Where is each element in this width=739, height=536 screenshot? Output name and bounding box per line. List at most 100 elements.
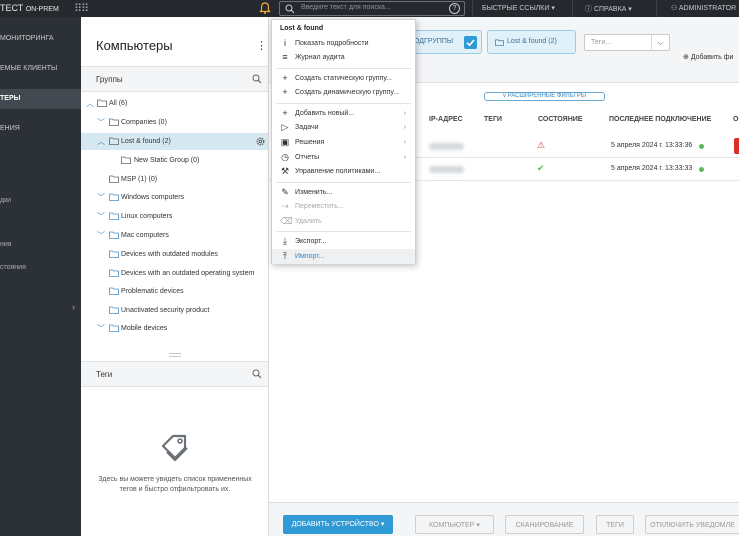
tree-item-unactivated-product[interactable]: Unactivated security product	[81, 302, 268, 319]
column-tags[interactable]: ТЕГИ	[484, 116, 502, 123]
tree-item-mobile-devices[interactable]: ﹀ Mobile devices	[81, 320, 268, 337]
gear-icon[interactable]	[255, 136, 266, 147]
tree-item-windows-computers[interactable]: ﹀ Windows computers	[81, 189, 268, 206]
table-row[interactable]: ⚠ 5 апреля 2024 г. 13:33:36	[414, 135, 739, 158]
submenu-arrow-icon: ›	[403, 139, 406, 146]
menu-item-audit-log[interactable]: ≡ Журнал аудита	[272, 50, 415, 65]
menu-item-export[interactable]: ⤓ Экспорт...	[272, 234, 415, 249]
folder-icon	[121, 156, 131, 164]
show-subgroups-toggle[interactable]: ОДГРУППЫ	[409, 30, 482, 54]
help-menu[interactable]: ⓘ СПРАВКА ▾	[585, 4, 632, 14]
nav-item-notifications[interactable]: ЕНИЯ	[0, 119, 81, 139]
bottom-toolbar: ДОБАВИТЬ УСТРОЙСТВО ▾ КОМПЬЮТЕР ▾ СКАНИР…	[269, 502, 739, 536]
search-help-icon[interactable]: ?	[449, 3, 460, 14]
quick-links-menu[interactable]: БЫСТРЫЕ ССЫЛКИ ▾	[482, 4, 555, 12]
chevron-down-icon[interactable]: ⌵	[651, 35, 669, 50]
menu-item-manage-policies[interactable]: ⚒ Управление политиками...	[272, 164, 415, 179]
menu-divider	[276, 231, 411, 232]
menu-item-reports[interactable]: ◷ Отчеты ›	[272, 150, 415, 165]
menu-item-create-dynamic-group[interactable]: + Создать динамическую группу...	[272, 85, 415, 100]
menu-item-add-new[interactable]: + Добавить новый... ›	[272, 106, 415, 121]
last-connection-value: 5 апреля 2024 г. 13:33:36	[611, 142, 693, 149]
search-icon[interactable]	[252, 369, 262, 379]
group-filter-chip[interactable]: Lost & found (2)	[487, 30, 576, 54]
top-bar: ТЕСТ ON-PREM ⠿⠿ Введите текст для поиска…	[0, 0, 739, 17]
scan-button[interactable]: СКАНИРОВАНИЕ	[505, 515, 584, 534]
nav-item-policies[interactable]: дки	[0, 197, 11, 204]
folder-icon	[109, 231, 119, 239]
search-icon[interactable]	[252, 74, 262, 84]
menu-item-edit[interactable]: ✎ Изменить...	[272, 185, 415, 200]
nav-item-status-overview[interactable]: стояния	[0, 264, 26, 271]
checkbox-checked-icon[interactable]	[464, 36, 477, 49]
panel-resize-handle[interactable]	[169, 353, 181, 357]
menu-item-delete[interactable]: ⌫ Удалить	[272, 214, 415, 229]
column-last-connection[interactable]: ПОСЛЕДНЕЕ ПОДКЛЮЧЕНИЕ	[609, 116, 711, 123]
global-search-input[interactable]: Введите текст для поиска... ?	[279, 1, 465, 16]
disable-notifications-button[interactable]: ОТКЛЮЧИТЬ УВЕДОМЛЕ	[645, 515, 739, 534]
table-row[interactable]: ✔ 5 апреля 2024 г. 13:33:33	[414, 158, 739, 181]
column-extra[interactable]: О	[733, 116, 738, 123]
computer-actions-button[interactable]: КОМПЬЮТЕР ▾	[415, 515, 494, 534]
notification-bell-icon[interactable]	[258, 1, 272, 15]
menu-item-show-details[interactable]: i Показать подробности	[272, 36, 415, 51]
submenu-arrow-icon: ›	[403, 124, 406, 131]
tags-button[interactable]: ТЕГИ	[596, 515, 634, 534]
trash-icon: ⌫	[280, 216, 293, 226]
tree-item-new-static-group[interactable]: New Static Group (0)	[81, 152, 268, 169]
main-navigation: МОНИТОРИНГА ЕМЫЕ КЛИЕНТЫ ТЕРЫ ЕНИЯ дки н…	[0, 17, 81, 536]
tree-item-outdated-os[interactable]: Devices with an outdated operating syste…	[81, 265, 268, 282]
menu-item-move[interactable]: ⇢ Переместить...	[272, 199, 415, 214]
menu-item-import[interactable]: ⤒ Импорт...	[272, 249, 415, 264]
wrench-icon: ⚒	[280, 166, 290, 176]
menu-item-solutions[interactable]: ▣ Решения ›	[272, 135, 415, 150]
chevron-up-icon[interactable]: ︿	[86, 95, 94, 112]
add-filter-button[interactable]: ⊕ Добавить фи	[683, 53, 733, 61]
menu-item-create-static-group[interactable]: + Создать статическую группу...	[272, 71, 415, 86]
search-placeholder: Введите текст для поиска...	[301, 4, 391, 11]
status-warning-icon: ⚠	[537, 140, 546, 150]
folder-icon	[109, 324, 119, 332]
tree-item-lost-and-found[interactable]: ︿ Lost & found (2)	[81, 133, 268, 150]
nav-item-monitoring[interactable]: МОНИТОРИНГА	[0, 29, 81, 49]
folder-icon	[109, 175, 119, 183]
nav-item-installers[interactable]: ния	[0, 241, 12, 248]
tree-item-outdated-modules[interactable]: Devices with outdated modules	[81, 246, 268, 263]
menu-divider	[276, 182, 411, 183]
chevron-up-icon[interactable]: ︿	[97, 133, 105, 150]
plus-icon: +	[282, 73, 288, 83]
tree-item-linux-computers[interactable]: ﹀ Linux computers	[81, 208, 268, 225]
nav-item-computers[interactable]: ТЕРЫ	[0, 89, 81, 109]
play-icon: ▷	[281, 122, 289, 132]
tags-filter-select[interactable]: Теги... ⌵	[584, 34, 670, 51]
tree-item-companies[interactable]: ﹀ Companies (0)	[81, 114, 268, 131]
plus-icon: +	[282, 87, 288, 97]
column-status[interactable]: СОСТОЯНИЕ	[538, 116, 582, 123]
nav-item-managed-clients[interactable]: ЕМЫЕ КЛИЕНТЫ	[0, 59, 81, 79]
chevron-down-icon[interactable]: ﹀	[97, 227, 105, 244]
tree-item-all[interactable]: ︿ All (6)	[81, 95, 268, 112]
advanced-filters-toggle[interactable]: v РАСШИРЕННЫЕ ФИЛЬТРЫ	[484, 92, 605, 101]
nav-expand-icon[interactable]: ›	[72, 302, 75, 312]
page-title: Компьютеры	[96, 38, 173, 53]
tree-item-msp[interactable]: MSP (1) (0)	[81, 171, 268, 188]
column-ip-address[interactable]: IP-АДРЕС	[429, 116, 463, 123]
tree-item-mac-computers[interactable]: ﹀ Mac computers	[81, 227, 268, 244]
folder-icon	[109, 212, 119, 220]
add-device-button[interactable]: ДОБАВИТЬ УСТРОЙСТВО ▾	[283, 515, 393, 534]
chevron-down-icon[interactable]: ﹀	[97, 114, 105, 131]
export-icon: ⤓	[283, 236, 287, 246]
groups-label: Группы	[96, 75, 123, 84]
chevron-down-icon[interactable]: ﹀	[97, 189, 105, 206]
tags-empty-message: Здесь вы можете увидеть список примененн…	[98, 476, 252, 493]
tree-item-problematic-devices[interactable]: Problematic devices	[81, 283, 268, 300]
chevron-down-icon[interactable]: ﹀	[97, 208, 105, 225]
panel-menu-icon[interactable]: ⋮	[256, 39, 267, 52]
menu-item-tasks[interactable]: ▷ Задачи ›	[272, 120, 415, 135]
audit-log-icon: ≡	[282, 52, 288, 62]
chevron-down-icon[interactable]: ﹀	[97, 320, 105, 337]
redacted-ip	[429, 166, 464, 173]
apps-grid-icon[interactable]: ⠿⠿	[74, 2, 89, 15]
user-menu[interactable]: ⚇ ADMINISTRATOR	[671, 4, 736, 12]
alert-badge[interactable]	[734, 138, 739, 154]
